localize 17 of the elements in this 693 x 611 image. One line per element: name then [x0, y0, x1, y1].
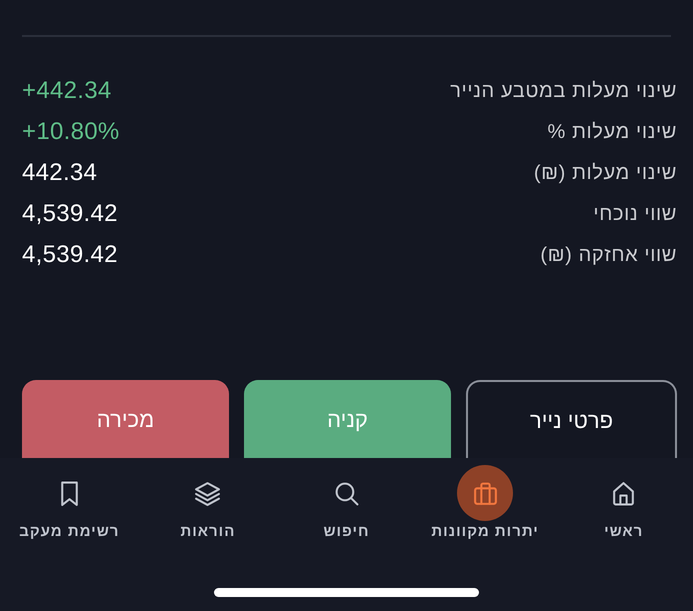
field-label: שינוי מעלות (₪)	[534, 161, 677, 186]
paper-details-button[interactable]: פרטי נייר	[466, 380, 677, 458]
field-label: שינוי מעלות %	[548, 120, 677, 145]
field-label: שווי אחזקה (₪)	[540, 243, 677, 268]
nav-tab[interactable]: רשימת מעקב	[0, 465, 139, 541]
field-value: +442.34	[22, 76, 112, 106]
field-label: שווי נוכחי	[593, 202, 677, 227]
nav-tab[interactable]: יתרות מקוונות	[416, 465, 554, 541]
field-value: 4,539.42	[22, 199, 118, 229]
field-label: שינוי מעלות במטבע הנייר	[450, 79, 677, 104]
field-value: +10.80%	[22, 117, 120, 147]
sell-button[interactable]: מכירה	[22, 380, 229, 458]
field-value: 442.34	[22, 158, 98, 188]
field-value: 4,539.42	[22, 240, 118, 270]
nav-tab[interactable]: הוראות	[138, 465, 278, 541]
nav-tab[interactable]: חיפוש	[277, 465, 416, 541]
nav-tab[interactable]: ראשי	[554, 465, 693, 541]
